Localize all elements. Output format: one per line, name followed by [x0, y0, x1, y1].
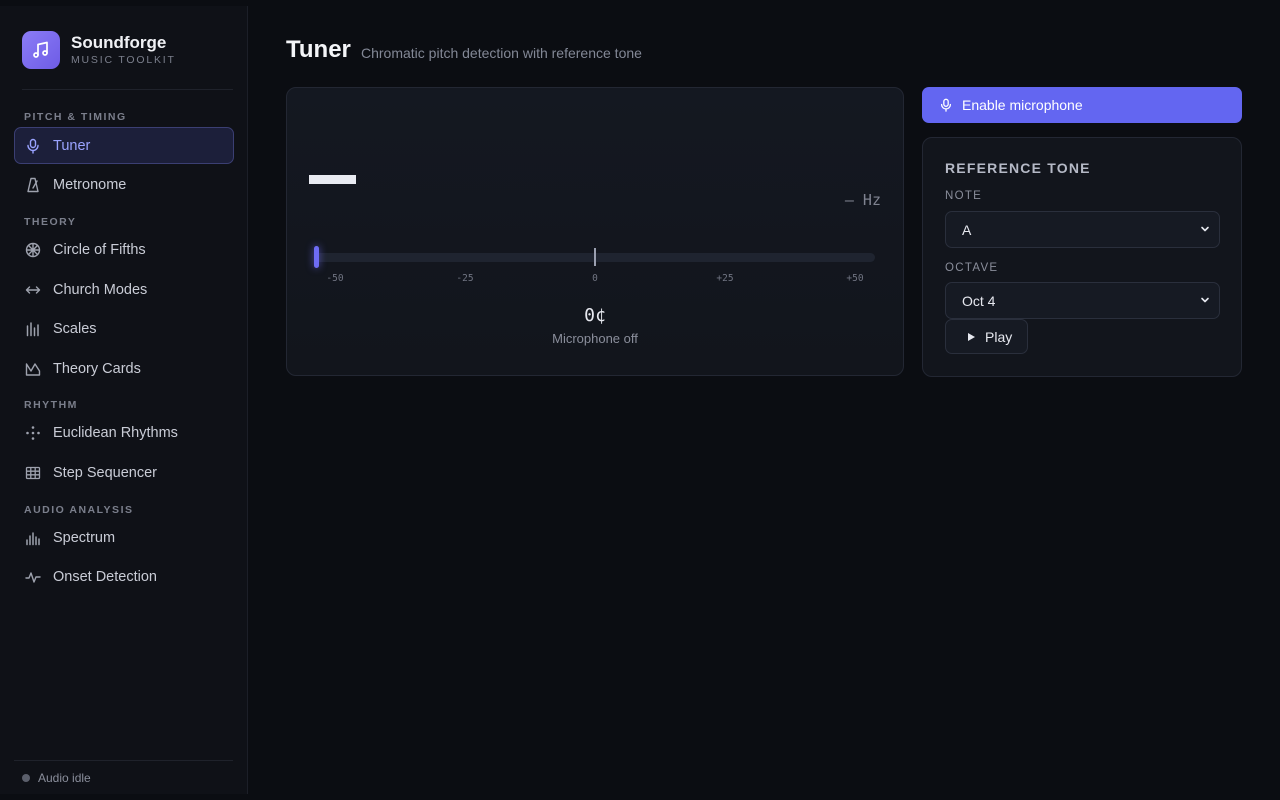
sidebar-item-onset-detection[interactable]: Onset Detection [14, 558, 234, 595]
tick-label: +25 [716, 273, 734, 284]
circle-of-fifths-icon [24, 241, 42, 259]
note-select-value: A [962, 221, 972, 238]
microphone-icon [939, 98, 953, 112]
play-button[interactable]: Play [945, 319, 1028, 354]
music-note-icon [22, 31, 60, 69]
audio-status-text: Audio idle [38, 770, 91, 785]
status-dot-icon [22, 773, 30, 782]
audio-status: Audio idle [14, 760, 233, 794]
sidebar-item-euclidean-rhythms[interactable]: Euclidean Rhythms [14, 414, 234, 451]
play-icon [966, 332, 976, 342]
sidebar-item-metronome[interactable]: Metronome [14, 166, 234, 203]
sidebar-item-label: Step Sequencer [53, 464, 157, 481]
tick-label: 0 [592, 273, 598, 284]
sidebar-item-step-sequencer[interactable]: Step Sequencer [14, 454, 234, 491]
enable-microphone-label: Enable microphone [962, 97, 1083, 113]
section-label-pitch-timing: PITCH & TIMING [24, 111, 127, 123]
sidebar-item-church-modes[interactable]: Church Modes [14, 271, 234, 308]
sidebar-item-circle-of-fifths[interactable]: Circle of Fifths [14, 231, 234, 268]
pulse-icon [24, 568, 42, 586]
octave-label: OCTAVE [945, 262, 999, 274]
section-label-theory: THEORY [24, 216, 77, 228]
reference-tone-card: REFERENCE TONE NOTE A OCTAVE Oct 4 Play [922, 137, 1242, 377]
note-display-placeholder [309, 175, 356, 184]
tuner-card: — Hz -50 -25 0 +25 +50 0¢ Microphone off [286, 87, 904, 376]
microphone-status: Microphone off [552, 331, 638, 346]
enable-microphone-button[interactable]: Enable microphone [922, 87, 1242, 123]
sidebar-item-label: Tuner [53, 137, 91, 154]
page-title: Tuner [286, 36, 351, 63]
octave-select[interactable]: Oct 4 [945, 282, 1220, 319]
spectrum-icon [24, 529, 42, 547]
sidebar-item-label: Onset Detection [53, 568, 157, 585]
section-label-audio-analysis: AUDIO ANALYSIS [24, 504, 134, 516]
sidebar-item-label: Metronome [53, 176, 127, 193]
sidebar-item-spectrum[interactable]: Spectrum [14, 519, 234, 556]
microphone-icon [24, 137, 42, 155]
tick-label: +50 [846, 273, 864, 284]
tick-label: -25 [456, 273, 474, 284]
note-label: NOTE [945, 190, 983, 202]
hz-readout: — Hz [844, 191, 881, 209]
section-label-rhythm: RHYTHM [24, 399, 78, 411]
grid-icon [24, 464, 42, 482]
cents-meter-needle [314, 246, 319, 268]
brand: Soundforge MUSIC TOOLKIT [22, 30, 233, 90]
sidebar-item-label: Spectrum [53, 529, 116, 546]
cards-icon [24, 360, 42, 378]
sidebar-item-label: Euclidean Rhythms [53, 424, 178, 441]
brand-name: Soundforge [71, 33, 167, 52]
metronome-icon [24, 176, 42, 194]
chevron-down-icon [1199, 293, 1211, 309]
sidebar-item-label: Scales [53, 320, 97, 337]
sidebar-item-scales[interactable]: Scales [14, 310, 234, 347]
sidebar-item-label: Theory Cards [53, 360, 141, 377]
sidebar-item-label: Church Modes [53, 281, 148, 298]
sidebar-item-tuner[interactable]: Tuner [14, 127, 234, 164]
dots-icon [24, 424, 42, 442]
brand-subtitle: MUSIC TOOLKIT [71, 54, 176, 66]
cents-meter-center-mark [594, 248, 596, 266]
reference-tone-title: REFERENCE TONE [945, 160, 1091, 176]
note-select[interactable]: A [945, 211, 1220, 248]
tick-label: -50 [326, 273, 344, 284]
sidebar: Soundforge MUSIC TOOLKIT PITCH & TIMING … [0, 6, 248, 794]
chevron-down-icon [1199, 222, 1211, 238]
play-label: Play [985, 328, 1013, 345]
sidebar-item-theory-cards[interactable]: Theory Cards [14, 350, 234, 387]
cents-readout: 0¢ [584, 305, 606, 326]
arrows-horizontal-icon [24, 281, 42, 299]
sidebar-item-label: Circle of Fifths [53, 241, 146, 258]
octave-select-value: Oct 4 [962, 292, 996, 309]
page-subtitle: Chromatic pitch detection with reference… [361, 45, 642, 61]
bars-icon [24, 320, 42, 338]
